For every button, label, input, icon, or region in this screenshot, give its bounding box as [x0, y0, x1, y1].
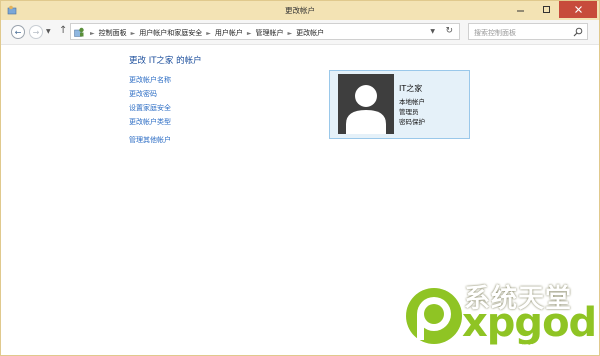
breadcrumb-item-user-accounts[interactable]: 用户帐户 [215, 28, 243, 38]
account-protection: 密码保护 [399, 118, 425, 126]
site-watermark: 系统天堂 xpgod www.xpgod.com [402, 282, 597, 352]
window-controls [507, 1, 597, 18]
back-button[interactable]: ← [11, 25, 25, 39]
up-arrow-icon: ↑ [59, 25, 68, 36]
refresh-button[interactable]: ↻ [445, 26, 453, 36]
search-icon[interactable] [573, 27, 583, 37]
maximize-button[interactable] [533, 1, 559, 18]
breadcrumb-item-control-panel[interactable]: 控制面板 [99, 28, 127, 38]
breadcrumb-item-change-account[interactable]: 更改帐户 [296, 28, 324, 38]
change-account-type-link[interactable]: 更改帐户类型 [129, 117, 171, 127]
account-card: IT之家 本地帐户 管理员 密码保护 [329, 70, 470, 139]
title-bar[interactable]: 更改帐户 [1, 1, 599, 20]
account-role: 管理员 [399, 108, 419, 116]
breadcrumb-separator-icon[interactable]: ► [131, 30, 136, 37]
forward-button[interactable]: → [29, 25, 43, 39]
up-button[interactable]: ↑ [59, 25, 67, 36]
account-name: IT之家 [399, 84, 423, 93]
minimize-icon [516, 10, 524, 12]
user-accounts-icon [74, 27, 84, 37]
maximize-icon [542, 6, 550, 13]
close-icon [574, 6, 582, 13]
breadcrumb-separator-icon[interactable]: ► [247, 30, 252, 37]
user-silhouette-icon [346, 85, 386, 134]
breadcrumb-separator-icon: ► [90, 29, 95, 37]
watermark-logo-icon [406, 288, 462, 344]
address-dropdown-button[interactable]: ▼ [430, 28, 435, 35]
breadcrumb-separator-icon[interactable]: ► [288, 30, 293, 37]
search-placeholder: 搜索控制面板 [474, 29, 516, 37]
breadcrumb-separator-icon[interactable]: ► [206, 30, 211, 37]
account-type: 本地帐户 [399, 98, 425, 106]
watermark-brand-en: xpgod [462, 300, 597, 346]
manage-other-accounts-link[interactable]: 管理其他帐户 [129, 135, 171, 145]
family-safety-link[interactable]: 设置家庭安全 [129, 103, 171, 113]
change-account-name-link[interactable]: 更改帐户名称 [129, 75, 171, 85]
back-arrow-icon: ← [14, 27, 22, 37]
address-bar[interactable]: ► 控制面板 ► 用户帐户和家庭安全 ► 用户帐户 ► 管理帐户 ► 更改帐户 … [70, 23, 460, 40]
recent-pages-dropdown[interactable]: ▼ [46, 28, 51, 35]
close-button[interactable] [559, 1, 597, 18]
search-input[interactable]: 搜索控制面板 [468, 23, 588, 40]
navigation-bar: ← → ▼ ↑ ► 控制面板 ► 用户帐户和家庭安全 ► 用户帐户 ► 管理帐户 [1, 20, 599, 45]
watermark-url: www.xpgod.com [502, 342, 560, 350]
breadcrumb-item-manage-accounts[interactable]: 管理帐户 [256, 28, 284, 38]
change-password-link[interactable]: 更改密码 [129, 89, 157, 99]
refresh-icon: ↻ [445, 26, 453, 36]
breadcrumb-item-user-accounts-family[interactable]: 用户帐户和家庭安全 [139, 28, 202, 38]
page-title: 更改 IT之家 的帐户 [129, 56, 202, 66]
forward-arrow-icon: → [32, 27, 40, 37]
breadcrumb: ► 控制面板 ► 用户帐户和家庭安全 ► 用户帐户 ► 管理帐户 ► 更改帐户 [90, 28, 324, 38]
avatar [338, 74, 394, 134]
minimize-button[interactable] [507, 1, 533, 18]
